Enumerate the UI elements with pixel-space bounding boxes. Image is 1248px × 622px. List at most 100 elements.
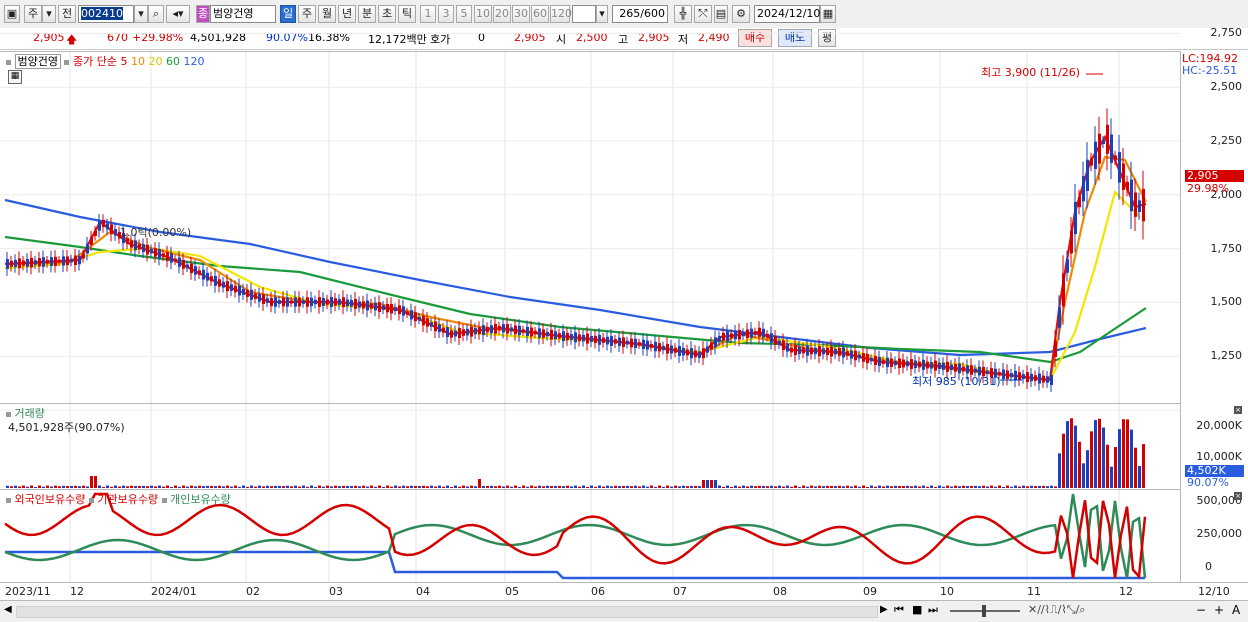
volume-bar [778, 485, 781, 488]
candle [302, 300, 305, 304]
volume-bar [1122, 419, 1125, 488]
font-size-icon[interactable]: A [1232, 603, 1240, 617]
candle [474, 328, 477, 335]
volume-bar [470, 485, 473, 488]
institution-holding-label[interactable]: 기관보유수량 [97, 493, 158, 506]
ma-10-label[interactable]: 10 [131, 55, 145, 68]
volume-bar [246, 486, 249, 488]
volume-bar [10, 486, 13, 488]
stop-icon[interactable]: ■ [912, 603, 922, 616]
volume-bar [562, 486, 565, 488]
ma-label[interactable]: 종가 단순 [73, 55, 117, 68]
volume-bar [362, 485, 365, 488]
volume-bar [714, 480, 717, 488]
volume-bar [1078, 441, 1081, 488]
candle [594, 335, 597, 343]
volume-bar [610, 486, 613, 488]
ma-5-label[interactable]: 5 [120, 55, 127, 68]
volume-bar [118, 486, 121, 488]
candle [322, 298, 325, 306]
volume-bar [250, 485, 253, 488]
volume-bar [114, 485, 117, 488]
volume-bar [730, 486, 733, 488]
volume-bar [918, 486, 921, 488]
candle [562, 331, 565, 342]
candle [674, 347, 677, 353]
volume-bar [350, 486, 353, 488]
volume-bar [98, 485, 101, 488]
candle [702, 348, 705, 359]
candle [422, 315, 425, 326]
volume-bar [1030, 485, 1033, 488]
volume-bar [662, 486, 665, 488]
volume-bar [1006, 485, 1009, 488]
volume-bar [218, 485, 221, 488]
candle [930, 362, 933, 369]
volume-bar [602, 486, 605, 488]
zoom-out-icon[interactable]: − [1196, 603, 1206, 617]
volume-bar [930, 485, 933, 488]
table-icon[interactable]: ▦ [8, 70, 22, 84]
ma-20-label[interactable]: 20 [148, 55, 162, 68]
x-label: 11 [1027, 585, 1041, 598]
candle [538, 328, 541, 338]
candle [1134, 192, 1137, 217]
candle [962, 366, 965, 372]
scroll-right-icon[interactable]: ▶ [880, 604, 888, 615]
candle [130, 240, 133, 248]
volume-bar [842, 486, 845, 488]
x-label: 05 [505, 585, 519, 598]
candle [318, 297, 321, 307]
volume-bar [1018, 486, 1021, 488]
close-icon[interactable]: × [1234, 406, 1242, 414]
candle [650, 344, 653, 348]
zoom-in-icon[interactable]: + [1214, 603, 1224, 617]
candle [806, 345, 809, 356]
volume-bar [62, 485, 65, 488]
foreign-holding-label[interactable]: 외국인보유수량 [15, 493, 86, 506]
zoom-slider-handle[interactable] [982, 605, 986, 617]
candle [814, 347, 817, 355]
candle [854, 350, 857, 361]
candle [334, 298, 337, 306]
candle [466, 328, 469, 336]
volume-bar [786, 485, 789, 488]
individual-holding-label[interactable]: 개인보유수량 [170, 493, 231, 506]
volume-bar [1130, 429, 1133, 488]
candle [882, 360, 885, 364]
ma-60-label[interactable]: 60 [166, 55, 180, 68]
candle [1138, 200, 1141, 212]
candle [106, 223, 109, 230]
volume-bar [30, 485, 33, 488]
price-tick-label: 2,250 [1210, 134, 1243, 147]
candle [1010, 373, 1013, 378]
stock-label[interactable]: 범양건영 [14, 54, 61, 69]
volume-bar [1126, 419, 1129, 488]
candle [934, 360, 937, 371]
candle [426, 318, 429, 327]
volume-bar [26, 486, 29, 488]
candle [410, 310, 413, 320]
candle [542, 329, 545, 338]
volume-bar [914, 485, 917, 488]
volume-bar [1034, 486, 1037, 488]
candle [1062, 273, 1065, 307]
volume-bar [550, 486, 553, 488]
volume-bar [74, 485, 77, 488]
scroll-left-icon[interactable]: ◀ [4, 604, 12, 615]
ma-120-label[interactable]: 120 [183, 55, 204, 68]
volume-bar [594, 486, 597, 488]
candle [242, 288, 245, 295]
volume-bar [606, 485, 609, 488]
volume-bar [934, 486, 937, 488]
volume-bar [570, 486, 573, 488]
first-page-icon[interactable]: ⏮ [894, 603, 904, 617]
candle [706, 346, 709, 353]
close-icon[interactable]: × [1234, 492, 1242, 500]
draw-tools-icon[interactable]: ✕∕∕⌇⎍∕⌇⤡∕⌕ [1028, 603, 1085, 617]
scrollbar-track[interactable] [16, 606, 878, 618]
candle [1142, 188, 1145, 222]
last-page-icon[interactable]: ⏭ [928, 603, 938, 617]
x-label: 04 [416, 585, 430, 598]
candle [886, 357, 889, 368]
